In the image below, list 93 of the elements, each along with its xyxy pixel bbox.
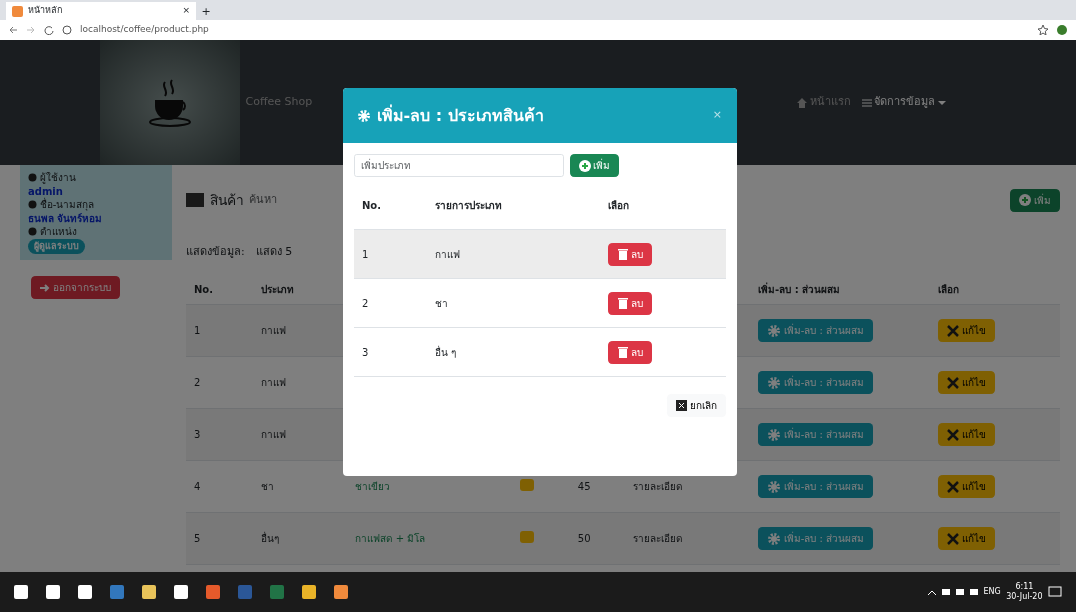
language-indicator[interactable]: ENG (983, 586, 1001, 598)
star-icon[interactable] (1038, 25, 1048, 35)
row-number: 1 (194, 325, 201, 336)
edit-button[interactable]: แก้ไข (938, 319, 995, 342)
type-cell: กาแฟ (261, 325, 287, 336)
category-row[interactable]: 1 กาแฟ ลบ (354, 229, 726, 279)
column-header: เลือก (930, 274, 1060, 305)
gear-icon (767, 375, 781, 390)
navbar-brand[interactable]: Coffee Shop (245, 94, 313, 111)
row-number: 2 (194, 377, 201, 388)
ingredients-button[interactable]: เพิ่ม-ลบ : ส่วนผสม (758, 319, 874, 342)
category-name: ชา (434, 297, 448, 309)
edit-button[interactable]: แก้ไข (938, 527, 995, 550)
edit-button[interactable]: แก้ไข (938, 371, 995, 394)
row-number: 2 (362, 297, 369, 309)
column-header: เพิ่ม-ลบ : ส่วนผสม (750, 274, 930, 305)
tab-title[interactable]: หน้าหลัก (28, 4, 178, 18)
row-number: 1 (362, 248, 369, 260)
gear-icon (767, 531, 781, 546)
clock-date: 30-Jul-20 (1006, 592, 1043, 602)
edit-button[interactable]: แก้ไข (938, 423, 995, 446)
edit-button[interactable]: แก้ไข (938, 475, 995, 498)
plus-icon (578, 159, 591, 172)
trash-icon (616, 297, 629, 309)
type-cell: กาแฟ (261, 377, 287, 388)
row-number: 4 (194, 481, 201, 492)
user-name: admin (28, 184, 64, 197)
filter-label: แสดงข้อมูล: (186, 243, 245, 260)
category-row[interactable]: 3 อื่น ๆ ลบ (354, 327, 726, 377)
product-name: ชาเขียว (355, 481, 391, 492)
ingredients-button[interactable]: เพิ่ม-ลบ : ส่วนผสม (758, 423, 874, 446)
column-header: No. (354, 182, 427, 230)
row-number: 3 (362, 346, 369, 358)
close-button[interactable]: × (711, 106, 723, 125)
delete-button[interactable]: ลบ (607, 340, 653, 364)
ingredients-button[interactable]: เพิ่ม-ลบ : ส่วนผสม (758, 371, 874, 394)
category-name: กาแฟ (434, 248, 460, 260)
type-cell: กาแฟ (261, 429, 287, 440)
favicon-icon (12, 5, 23, 17)
column-header: รายการประเภท (426, 182, 600, 230)
back-icon[interactable] (8, 25, 18, 35)
forward-icon[interactable] (26, 25, 36, 35)
extension-icon[interactable] (1056, 24, 1068, 36)
add-category-button[interactable]: เพิ่ม (569, 154, 620, 177)
gear-icon (767, 323, 781, 338)
notification-icon[interactable] (1048, 585, 1062, 599)
modal-title: เพิ่ม-ลบ : ประเภทสินค้า (376, 103, 545, 127)
field-label: ตำแหน่ง (39, 225, 77, 239)
price-cell: 45 (577, 481, 591, 492)
row-number: 5 (194, 533, 201, 544)
product-name: กาแฟสด + มิโล (355, 533, 426, 544)
list-icon (861, 97, 872, 108)
add-button[interactable]: เพิ่ม (1010, 188, 1060, 212)
role-badge: ผู้ดูแลระบบ (28, 238, 85, 254)
logout-button[interactable]: ออกจากระบบ (31, 276, 120, 300)
gear-icon (767, 479, 781, 494)
close-icon (676, 400, 688, 411)
ingredients-button[interactable]: เพิ่ม-ลบ : ส่วนผสม (758, 527, 874, 550)
clock-time: 6:11 (1014, 582, 1035, 592)
page-subtitle: ค้นหา (249, 191, 277, 208)
category-row[interactable]: 2 ชา ลบ (354, 278, 726, 328)
trash-icon (616, 248, 629, 260)
new-tab-button[interactable]: + (201, 3, 211, 20)
type-cell: อื่นๆ (261, 533, 280, 544)
nav-link[interactable]: หน้าแรก (796, 94, 851, 111)
page-title: สินค้า (209, 190, 244, 210)
settings-icon (357, 108, 371, 123)
category-input[interactable]: เพิ่มประเภท (354, 154, 564, 177)
reload-icon[interactable] (44, 25, 54, 35)
plus-icon (1019, 194, 1032, 206)
ingredients-button[interactable]: เพิ่ม-ลบ : ส่วนผสม (758, 475, 874, 498)
tab-close-button[interactable]: × (182, 4, 190, 18)
nav-link[interactable]: จัดการข้อมูล (861, 94, 946, 111)
type-cell: ชา (261, 481, 275, 492)
full-name: ธนพล จันทร์หอม (28, 211, 104, 225)
column-header: No. (186, 274, 254, 305)
gear-icon (767, 427, 781, 442)
column-header: เลือก (599, 182, 726, 230)
logout-icon (40, 282, 50, 293)
trash-icon (616, 346, 629, 358)
category-name: อื่น ๆ (434, 346, 457, 358)
delete-button[interactable]: ลบ (607, 291, 653, 315)
detail-link[interactable]: รายละเอียด (633, 533, 683, 544)
delete-button[interactable]: ลบ (607, 242, 653, 266)
field-label: ชื่อ-นามสกุล (39, 198, 95, 212)
detail-link[interactable]: รายละเอียด (633, 481, 683, 492)
row-number: 3 (194, 429, 201, 440)
cancel-button[interactable]: ยกเลิก (667, 394, 726, 417)
field-label: ผู้ใช้งาน (39, 171, 76, 185)
filter-select[interactable]: แสดง 5 (255, 243, 293, 261)
home-icon (796, 97, 807, 108)
tray-icons[interactable] (928, 587, 978, 597)
price-cell: 50 (577, 533, 591, 544)
